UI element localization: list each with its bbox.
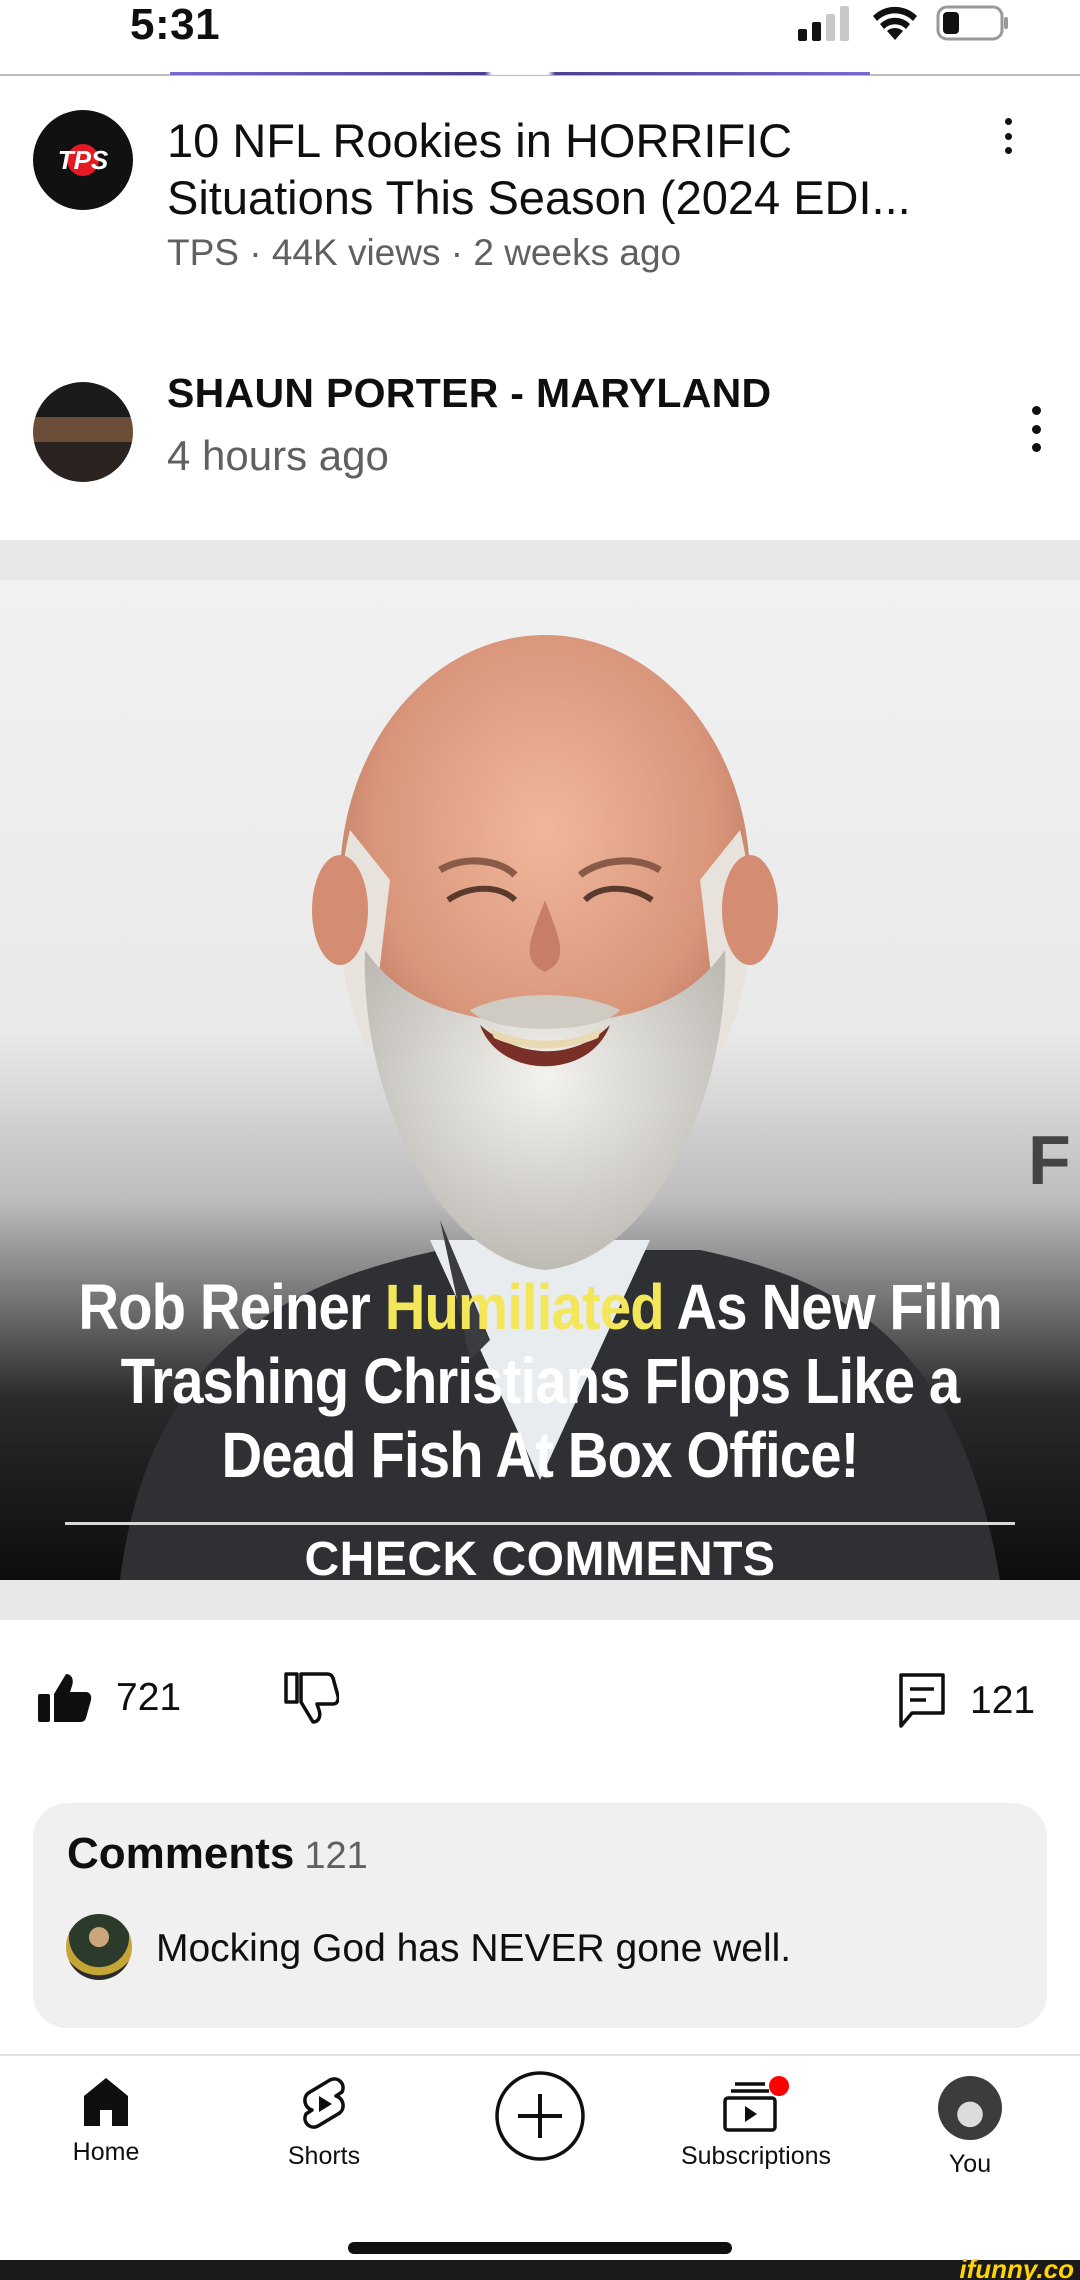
image-headline: Rob Reiner Humiliated As New Film Trashi… bbox=[65, 1270, 1015, 1492]
notification-dot bbox=[769, 2076, 789, 2096]
author-avatar[interactable] bbox=[33, 382, 133, 482]
thumbs-up-icon bbox=[38, 1674, 92, 1722]
comment-count: 121 bbox=[970, 1679, 1036, 1722]
comments-count: 121 bbox=[304, 1835, 368, 1877]
headline-divider bbox=[65, 1522, 1015, 1525]
home-indicator[interactable] bbox=[348, 2242, 732, 2254]
commenter-avatar bbox=[66, 1914, 132, 1980]
subscriptions-icon bbox=[723, 2076, 789, 2132]
nav-shorts-label: Shorts bbox=[287, 2142, 361, 2170]
nav-you[interactable]: You bbox=[930, 2076, 1010, 2179]
channel-avatar[interactable]: TPS bbox=[33, 110, 133, 210]
recommended-video[interactable]: TPS 10 NFL Rookies in HORRIFIC Situation… bbox=[0, 100, 1080, 300]
home-icon bbox=[84, 2078, 128, 2126]
like-button[interactable]: 721 bbox=[36, 1672, 181, 1724]
profile-avatar bbox=[938, 2076, 1002, 2140]
nav-shorts[interactable]: Shorts bbox=[280, 2076, 368, 2171]
comments-button[interactable]: 121 bbox=[898, 1672, 1035, 1730]
top-comment: Mocking God has NEVER gone well. bbox=[156, 1927, 792, 1970]
plus-circle-icon bbox=[495, 2071, 585, 2161]
post-header: SHAUN PORTER - MARYLAND 4 hours ago bbox=[0, 370, 1080, 510]
more-options-icon[interactable] bbox=[1000, 118, 1016, 154]
post-options-icon[interactable] bbox=[1028, 406, 1044, 452]
create-button[interactable] bbox=[494, 2070, 586, 2162]
post-actions: 721 121 bbox=[0, 1660, 1080, 1740]
comments-header: Comments 121 bbox=[67, 1829, 368, 1879]
background-banner-letter: F bbox=[1028, 1121, 1071, 1199]
nav-you-label: You bbox=[948, 2150, 992, 2178]
watermark-logo: ifunny.co bbox=[959, 2254, 1074, 2280]
nav-home[interactable]: Home bbox=[66, 2076, 146, 2167]
status-icons bbox=[796, 4, 1010, 42]
post-author[interactable]: SHAUN PORTER - MARYLAND bbox=[167, 370, 771, 417]
headline-part-1: Rob Reiner bbox=[78, 1271, 385, 1343]
progress-accent bbox=[170, 72, 870, 75]
thumbs-down-icon bbox=[284, 1672, 339, 1724]
nav-subscriptions[interactable]: Subscriptions bbox=[668, 2076, 844, 2171]
wifi-icon bbox=[873, 6, 917, 40]
status-bar: 5:31 bbox=[0, 0, 1080, 76]
footer-bar bbox=[0, 2260, 1080, 2280]
nav-home-label: Home bbox=[72, 2138, 140, 2166]
video-title[interactable]: 10 NFL Rookies in HORRIFIC Situations Th… bbox=[167, 112, 987, 226]
battery-icon bbox=[936, 5, 1008, 41]
dislike-button[interactable] bbox=[283, 1672, 339, 1724]
bottom-nav: Home Shorts Subscriptions You bbox=[0, 2056, 1080, 2256]
post-time: 4 hours ago bbox=[167, 432, 389, 479]
status-time: 5:31 bbox=[130, 0, 221, 49]
post-image[interactable]: F Rob Reiner Humiliated As New Film Tras… bbox=[0, 540, 1080, 1620]
like-count: 721 bbox=[116, 1676, 182, 1719]
comments-preview[interactable]: Comments 121 Mocking God has NEVER gone w… bbox=[33, 1803, 1047, 2028]
channel-avatar-logo: TPS bbox=[57, 144, 109, 175]
video-meta: TPS · 44K views · 2 weeks ago bbox=[167, 232, 682, 273]
nav-subscriptions-label: Subscriptions bbox=[680, 2142, 832, 2170]
headline-highlight: Humiliated bbox=[384, 1271, 665, 1343]
comments-title: Comments bbox=[67, 1829, 295, 1878]
image-subtext: CHECK COMMENTS bbox=[304, 1533, 776, 1580]
cellular-signal-icon bbox=[798, 6, 849, 41]
post-photo: F Rob Reiner Humiliated As New Film Tras… bbox=[0, 580, 1080, 1580]
comment-icon bbox=[899, 1673, 945, 1728]
shorts-icon bbox=[303, 2077, 345, 2129]
